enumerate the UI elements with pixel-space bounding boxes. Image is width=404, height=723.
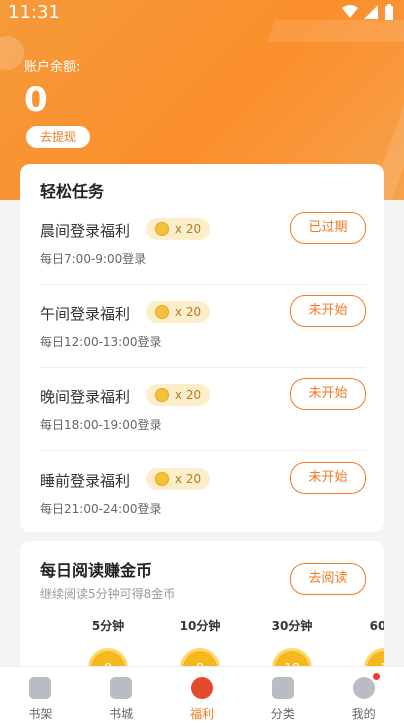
divider bbox=[40, 450, 366, 451]
status-bar: 11:31 bbox=[0, 0, 404, 26]
reward-badge: x 20 bbox=[146, 218, 210, 240]
task-not-started-button[interactable]: 未开始 bbox=[290, 462, 366, 494]
tab-bookshelf[interactable]: 书架 bbox=[10, 667, 70, 723]
task-row: 午间登录福利 x 20 每日12:00-13:00登录 未开始 bbox=[40, 295, 366, 385]
divider bbox=[40, 367, 366, 368]
task-row: 晨间登录福利 x 20 每日7:00-9:00登录 已过期 bbox=[40, 212, 366, 302]
balance-value: 0 bbox=[24, 80, 48, 120]
withdraw-button[interactable]: 去提现 bbox=[26, 126, 90, 148]
balance-label: 账户余额: bbox=[24, 60, 81, 75]
task-row: 睡前登录福利 x 20 每日21:00-24:00登录 未开始 bbox=[40, 462, 366, 552]
task-row: 晚间登录福利 x 20 每日18:00-19:00登录 未开始 bbox=[40, 378, 366, 468]
reward-amount: x 20 bbox=[174, 472, 202, 486]
task-time: 每日18:00-19:00登录 bbox=[40, 418, 162, 432]
task-name: 晚间登录福利 bbox=[40, 388, 131, 406]
signal-icon bbox=[364, 5, 378, 19]
status-time: 11:31 bbox=[8, 2, 60, 23]
wifi-icon bbox=[342, 5, 358, 18]
milestone-label: 60分 bbox=[369, 619, 384, 633]
tab-label: 福利 bbox=[189, 707, 214, 721]
task-name: 睡前登录福利 bbox=[40, 472, 131, 490]
go-read-button[interactable]: 去阅读 bbox=[290, 563, 366, 595]
reward-badge: x 20 bbox=[146, 468, 210, 490]
milestone-label: 10分钟 bbox=[179, 619, 221, 633]
task-not-started-button[interactable]: 未开始 bbox=[290, 295, 366, 327]
task-time: 每日7:00-9:00登录 bbox=[40, 252, 147, 266]
task-expired-button[interactable]: 已过期 bbox=[290, 212, 366, 244]
reading-subtitle: 继续阅读5分钟可得8金币 bbox=[40, 587, 176, 601]
task-time: 每日12:00-13:00登录 bbox=[40, 335, 162, 349]
reward-badge: x 20 bbox=[146, 301, 210, 323]
task-time: 每日21:00-24:00登录 bbox=[40, 502, 162, 516]
task-name: 晨间登录福利 bbox=[40, 222, 131, 240]
bottom-tab-bar: 书架 书城 福利 分类 我的 bbox=[0, 666, 404, 723]
divider bbox=[40, 284, 366, 285]
coin-icon bbox=[154, 388, 169, 402]
coin-icon bbox=[154, 472, 169, 486]
milestone-label: 5分钟 bbox=[91, 619, 125, 633]
reward-badge: x 20 bbox=[146, 384, 210, 406]
easy-tasks-card: 轻松任务 晨间登录福利 x 20 每日7:00-9:00登录 已过期 午间登录福… bbox=[20, 164, 384, 532]
reward-amount: x 20 bbox=[174, 305, 202, 319]
tab-welfare[interactable]: 福利 bbox=[172, 667, 232, 723]
reward-amount: x 20 bbox=[174, 222, 202, 236]
profile-icon bbox=[352, 677, 375, 699]
tab-profile[interactable]: 我的 bbox=[334, 667, 394, 723]
coin-decoration-icon bbox=[0, 36, 24, 70]
coin-icon bbox=[154, 305, 169, 319]
easy-tasks-title: 轻松任务 bbox=[40, 182, 105, 201]
tab-category[interactable]: 分类 bbox=[253, 667, 313, 723]
task-name: 午间登录福利 bbox=[40, 305, 131, 323]
task-not-started-button[interactable]: 未开始 bbox=[290, 378, 366, 410]
reading-title: 每日阅读赚金币 bbox=[40, 561, 153, 580]
tab-bookstore[interactable]: 书城 bbox=[91, 667, 151, 723]
coin-icon bbox=[154, 222, 169, 236]
tab-label: 书架 bbox=[28, 707, 53, 721]
notification-dot bbox=[372, 673, 380, 680]
lucky-bag-icon bbox=[190, 677, 213, 699]
tab-label: 分类 bbox=[270, 707, 295, 721]
milestone-label: 30分钟 bbox=[271, 619, 313, 633]
battery-icon bbox=[385, 4, 393, 20]
category-grid-icon bbox=[271, 677, 294, 699]
reward-amount: x 20 bbox=[174, 388, 202, 402]
tab-label: 书城 bbox=[109, 707, 134, 721]
bookshelf-icon bbox=[29, 677, 52, 699]
tab-label: 我的 bbox=[351, 707, 376, 721]
bookstore-icon bbox=[110, 677, 133, 699]
status-icons bbox=[342, 4, 394, 20]
